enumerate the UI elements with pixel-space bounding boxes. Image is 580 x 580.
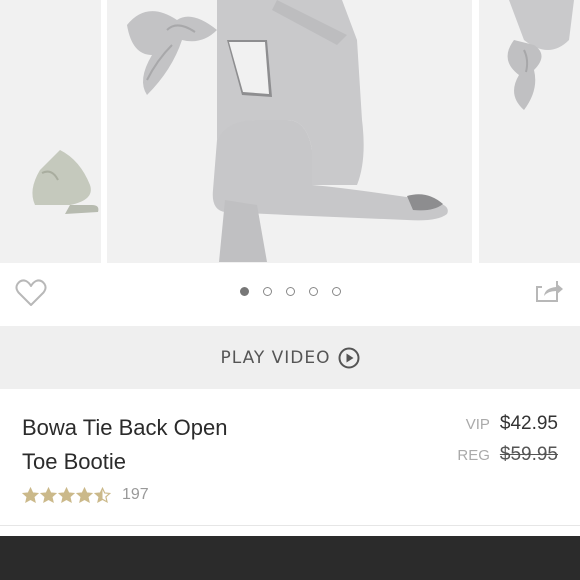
bootie-side-image xyxy=(32,150,99,214)
product-title-line-1: Bowa Tie Back Open xyxy=(22,415,228,440)
star-full-icon xyxy=(58,486,75,503)
carousel-pagination xyxy=(0,287,580,299)
product-info: Bowa Tie Back Open Toe Bootie VIP $42.95… xyxy=(0,389,580,525)
carousel-dot-1[interactable] xyxy=(239,287,249,296)
regular-price-row: REG $59.95 xyxy=(457,444,558,466)
reg-label: REG xyxy=(457,447,490,464)
play-video-button[interactable]: PLAY VIDEO xyxy=(0,326,580,389)
rating-stars xyxy=(22,486,112,504)
carousel-image-next[interactable] xyxy=(479,0,580,263)
carousel-dot-4[interactable] xyxy=(308,287,318,296)
product-title-line-2: Toe Bootie xyxy=(22,449,126,474)
share-icon xyxy=(536,281,563,302)
carousel-dot-3[interactable] xyxy=(285,287,295,296)
vip-price-row: VIP $42.95 xyxy=(466,413,558,435)
carousel-image-main[interactable] xyxy=(107,0,472,263)
star-full-icon xyxy=(40,486,57,503)
vip-price: $42.95 xyxy=(499,413,558,434)
section-divider xyxy=(0,525,580,526)
play-circle-icon xyxy=(338,347,360,368)
bootie-main-image xyxy=(127,0,448,262)
carousel-controls xyxy=(0,263,580,326)
star-half-icon xyxy=(94,486,111,503)
carousel-dot-5[interactable] xyxy=(331,287,341,296)
bootie-back-image xyxy=(507,0,574,110)
bottom-bar xyxy=(0,536,580,580)
video-bar: PLAY VIDEO xyxy=(0,326,580,389)
share-button[interactable] xyxy=(532,277,566,309)
review-count: 197 xyxy=(122,486,149,503)
regular-price: $59.95 xyxy=(499,444,558,465)
product-title: Bowa Tie Back Open Toe Bootie xyxy=(22,411,322,479)
star-full-icon xyxy=(22,486,39,503)
star-full-icon xyxy=(76,486,93,503)
product-rating[interactable]: 197 xyxy=(22,486,149,504)
product-image-carousel[interactable] xyxy=(0,0,580,263)
vip-label: VIP xyxy=(465,416,490,433)
carousel-image-previous[interactable] xyxy=(0,0,101,263)
play-video-label: PLAY VIDEO xyxy=(220,347,331,368)
carousel-dot-2[interactable] xyxy=(262,287,272,296)
